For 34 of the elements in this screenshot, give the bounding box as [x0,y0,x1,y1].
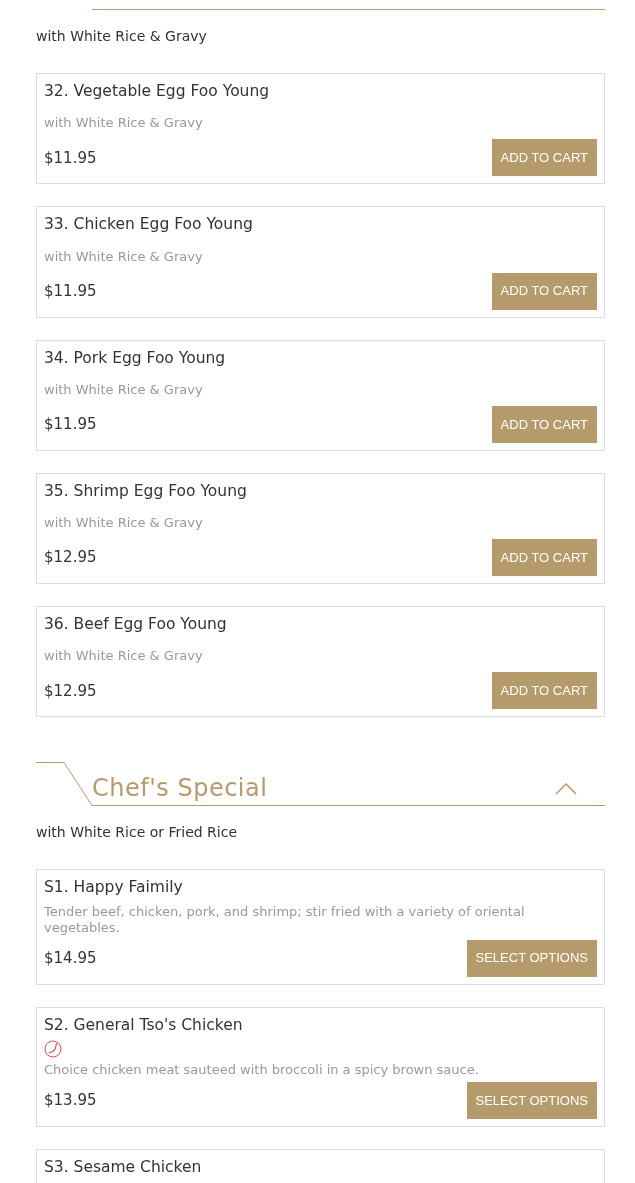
add-to-cart-button[interactable]: ADD TO CART [491,272,597,310]
add-to-cart-button[interactable]: ADD TO CART [491,405,597,443]
section-subtitle: with White Rice & Gravy [36,27,208,46]
item-name: S1. Happy Faimily [44,877,184,899]
header-rule [36,762,92,807]
item-name: 35. Shrimp Egg Foo Young [44,480,248,502]
chevron-up-icon[interactable] [555,783,577,796]
section-title: Chef's Special [92,776,268,807]
select-options-button[interactable]: SELECT OPTIONS [466,1081,597,1119]
item-price: $11.95 [44,414,97,435]
item-description: Choice chicken meat sauteed with broccoli in a spicy brown sauce. [44,1061,480,1078]
item-description: with White Rice & Gravy [44,381,204,398]
item-description: with White Rice & Gravy [44,248,204,265]
item-description: with White Rice & Gravy [44,648,204,665]
item-name: 32. Vegetable Egg Foo Young [44,81,271,102]
item-price: $11.95 [44,280,97,302]
item-name: 34. Pork Egg Foo Young [44,347,227,369]
add-to-cart-button[interactable]: ADD TO CART [491,672,597,710]
item-name: S3. Sesame Chicken [44,1156,203,1178]
item-price: $14.95 [44,947,97,969]
add-to-cart-button[interactable]: ADD TO CART [491,139,597,177]
item-price: $13.95 [44,1090,97,1111]
item-price: $12.95 [44,680,97,702]
item-name: 33. Chicken Egg Foo Young [44,214,254,236]
item-name: S2. General Tso's Chicken [44,1014,244,1036]
add-to-cart-button[interactable]: ADD TO CART [491,539,597,576]
select-options-button[interactable]: SELECT OPTIONS [466,939,597,977]
item-description: Tender beef, chicken, pork, and shrimp; stir fried with a variety of oriental vegetables. [44,903,526,936]
item-description: with White Rice & Gravy [44,515,204,531]
item-description: with White Rice & Gravy [44,115,204,132]
item-price: $11.95 [44,147,97,169]
section-subtitle: with White Rice or Fried Rice [36,823,239,843]
item-name: 36. Beef Egg Foo Young [44,614,228,635]
item-price: $12.95 [44,547,97,569]
